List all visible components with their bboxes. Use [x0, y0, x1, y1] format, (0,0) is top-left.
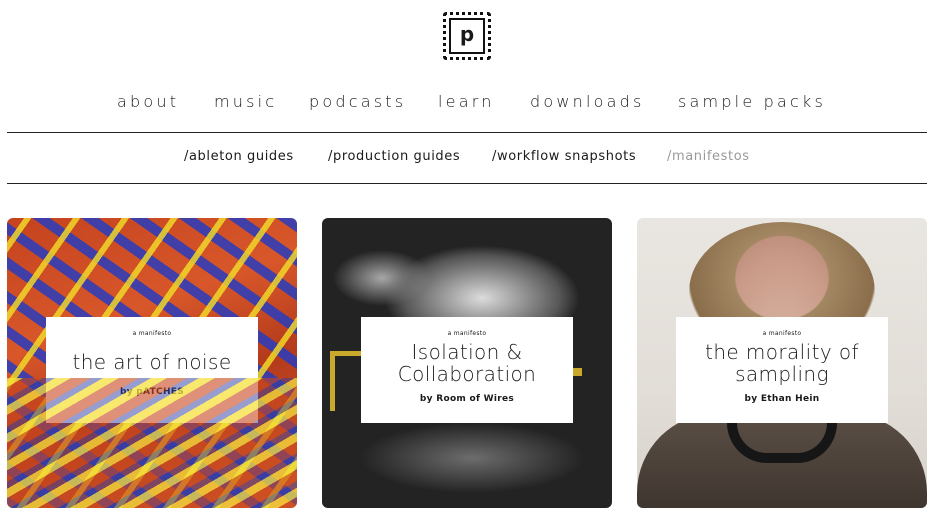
nav-item-sample-packs[interactable]: sample packs [678, 92, 826, 111]
card-title-line-1: the morality of [705, 340, 859, 364]
card-title-line-2: Collaboration [397, 362, 537, 386]
divider-bottom [7, 183, 927, 184]
yellow-mark-shape [572, 368, 582, 376]
card-byline: by Room of Wires [419, 394, 515, 404]
card-kicker: a manifesto [762, 330, 802, 337]
nav-item-downloads[interactable]: downloads [530, 92, 645, 111]
subnav-item-manifestos[interactable]: /manifestos [667, 149, 750, 164]
subnav-item-workflow-snapshots[interactable]: /workflow snapshots [492, 149, 636, 164]
card-caption: a manifesto the morality of sampling by … [676, 317, 888, 423]
card-caption: a manifesto Isolation & Collaboration by… [361, 317, 573, 423]
manifesto-card-art-of-noise[interactable]: a manifesto the art of noise by pATCHES [7, 218, 297, 508]
card-caption: a manifesto the art of noise by pATCHES [46, 317, 258, 423]
subnav-item-production-guides[interactable]: /production guides [328, 149, 460, 164]
manifesto-card-isolation-collaboration[interactable]: a manifesto Isolation & Collaboration by… [322, 218, 612, 508]
card-kicker: a manifesto [132, 330, 172, 337]
divider-top [7, 132, 927, 133]
nav-item-music[interactable]: music [214, 92, 277, 111]
sub-nav: /ableton guides /production guides /work… [0, 149, 935, 169]
card-byline: by Ethan Hein [744, 394, 820, 404]
card-kicker: a manifesto [447, 330, 487, 337]
nav-item-podcasts[interactable]: podcasts [309, 92, 406, 111]
card-title-line-1: Isolation & [411, 340, 523, 364]
logo-letter: p [449, 18, 485, 54]
card-title-line-2: sampling [735, 362, 829, 386]
nav-item-learn[interactable]: learn [438, 92, 495, 111]
card-byline: by pATCHES [119, 387, 185, 397]
subnav-item-ableton-guides[interactable]: /ableton guides [184, 149, 294, 164]
manifesto-card-morality-of-sampling[interactable]: a manifesto the morality of sampling by … [637, 218, 927, 508]
nav-item-about[interactable]: about [117, 92, 179, 111]
main-nav: about music podcasts learn downloads sam… [0, 92, 935, 116]
card-title: the art of noise [72, 350, 232, 374]
site-logo[interactable]: p [443, 12, 491, 60]
